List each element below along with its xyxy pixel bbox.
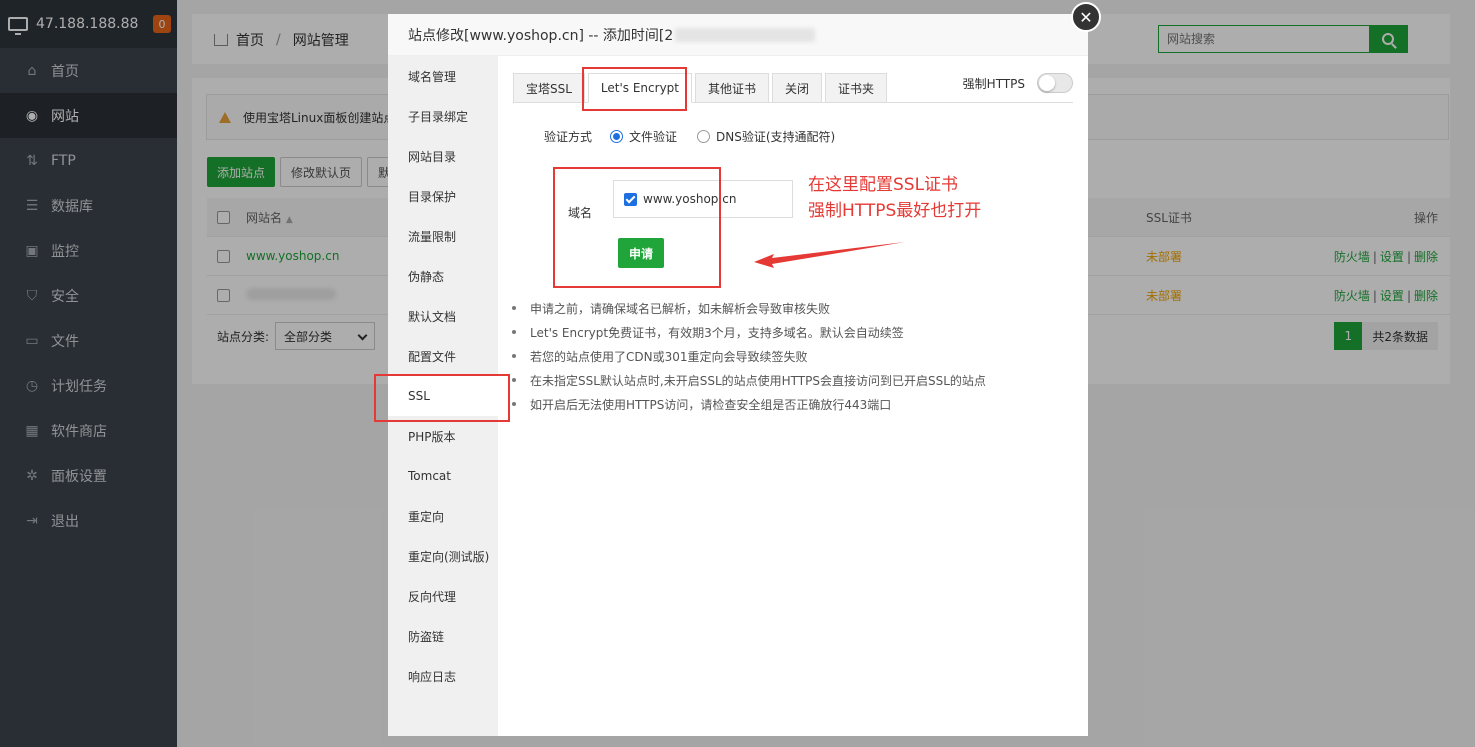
tip-item: Let's Encrypt免费证书，有效期3个月，支持多域名。默认会自动续签: [512, 320, 1072, 344]
side-menu-item[interactable]: PHP版本: [388, 416, 498, 456]
tip-item: 在未指定SSL默认站点时,未开启SSL的站点使用HTTPS会直接访问到已开启SS…: [512, 368, 1072, 392]
side-menu-item[interactable]: 域名管理: [388, 56, 498, 96]
side-menu-item[interactable]: 默认文档: [388, 296, 498, 336]
verify-label: 验证方式: [544, 130, 593, 144]
annotation-text: 在这里配置SSL证书 强制HTTPS最好也打开: [808, 172, 981, 224]
ssl-panel: 宝塔SSL Let's Encrypt 其他证书 关闭 证书夹 强制HTTPS 验证方式…: [498, 56, 1088, 736]
side-menu-item[interactable]: 网站目录: [388, 136, 498, 176]
side-menu-item[interactable]: 重定向: [388, 496, 498, 536]
side-menu-item[interactable]: 防盗链: [388, 616, 498, 656]
toggle-knob: [1039, 75, 1055, 91]
side-menu-item[interactable]: 反向代理: [388, 576, 498, 616]
side-menu-item[interactable]: 伪静态: [388, 256, 498, 296]
force-https: 强制HTTPS: [963, 73, 1073, 93]
side-menu-item[interactable]: Tomcat: [388, 456, 498, 496]
annotation-line1: 在这里配置SSL证书: [808, 175, 959, 195]
modal-title: 站点修改[www.yoshop.cn] -- 添加时间[2: [388, 14, 1088, 56]
file-verify-radio[interactable]: [610, 130, 624, 143]
verify-method: 验证方式 文件验证 DNS验证(支持通配符): [544, 128, 835, 145]
side-menu-item[interactable]: 目录保护: [388, 176, 498, 216]
side-menu-item[interactable]: 子目录绑定: [388, 96, 498, 136]
force-https-toggle[interactable]: [1037, 73, 1073, 93]
tips-list: 申请之前，请确保域名已解析，如未解析会导致审核失败 Let's Encrypt免费…: [512, 296, 1072, 416]
highlight-ssl-menu: [374, 374, 510, 422]
tab-3[interactable]: 关闭: [772, 73, 823, 103]
side-menu-item[interactable]: 流量限制: [388, 216, 498, 256]
annotation-line2: 强制HTTPS最好也打开: [808, 201, 982, 221]
tab-4[interactable]: 证书夹: [825, 73, 888, 103]
tip-item: 如开启后无法使用HTTPS访问，请检查安全组是否正确放行443端口: [512, 392, 1072, 416]
side-menu-item[interactable]: 配置文件: [388, 336, 498, 376]
side-menu-item[interactable]: 重定向(测试版): [388, 536, 498, 576]
tab-0[interactable]: 宝塔SSL: [513, 73, 585, 103]
tip-item: 申请之前，请确保域名已解析，如未解析会导致审核失败: [512, 296, 1072, 320]
tip-item: 若您的站点使用了CDN或301重定向会导致续签失败: [512, 344, 1072, 368]
highlight-domain-area: [553, 167, 721, 288]
dns-verify-radio[interactable]: [697, 130, 711, 143]
tab-2[interactable]: 其他证书: [695, 73, 770, 103]
highlight-letsencrypt-tab: [582, 67, 687, 111]
close-icon[interactable]: ✕: [1071, 2, 1101, 32]
annotation-arrow: [754, 242, 905, 268]
side-menu-item[interactable]: 响应日志: [388, 656, 498, 696]
force-https-label: 强制HTTPS: [962, 76, 1025, 91]
file-verify-label[interactable]: 文件验证: [629, 128, 677, 145]
dns-verify-label[interactable]: DNS验证(支持通配符): [716, 128, 835, 145]
